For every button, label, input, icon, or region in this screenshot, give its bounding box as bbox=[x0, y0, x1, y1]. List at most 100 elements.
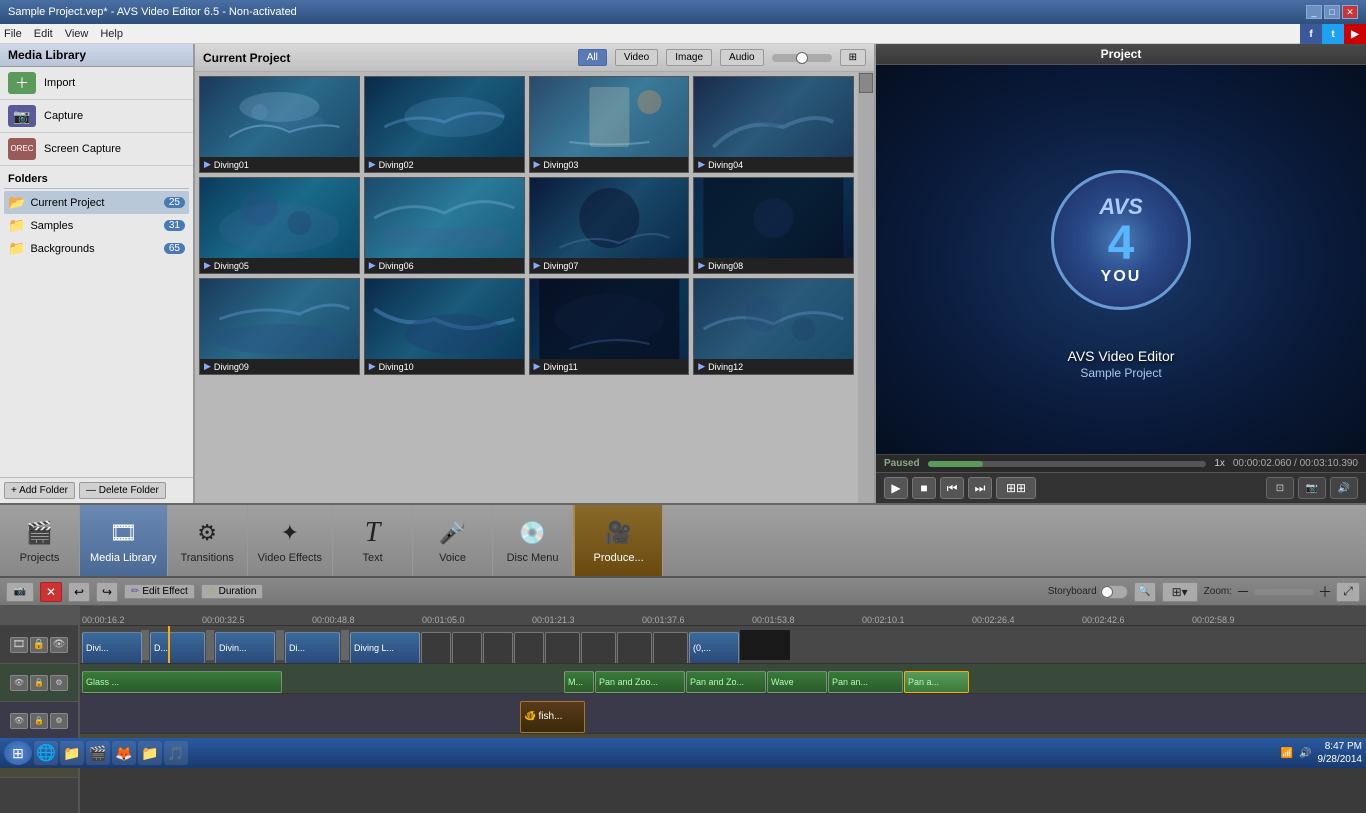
undo-button[interactable]: ↩ bbox=[68, 582, 90, 602]
facebook-icon[interactable]: f bbox=[1300, 24, 1322, 44]
size-slider[interactable] bbox=[772, 54, 832, 62]
thumb-diving06[interactable]: ▶ Diving06 bbox=[364, 177, 525, 274]
clip-empty2[interactable] bbox=[452, 632, 482, 664]
snapshot-button[interactable]: 📷 bbox=[1298, 477, 1326, 499]
ruler-mark-4: 00:01:21.3 bbox=[532, 615, 642, 625]
folder-current-project[interactable]: 📂 Current Project 25 bbox=[4, 191, 189, 214]
stop-button[interactable]: ■ bbox=[912, 477, 936, 499]
track-icon-lock: 🔒 bbox=[30, 637, 48, 653]
toolbar-produce[interactable]: 🎥 Produce... bbox=[573, 505, 663, 576]
camera-icon-btn[interactable]: 📷 bbox=[6, 582, 34, 602]
thumb-diving01[interactable]: ▶ Diving01 bbox=[199, 76, 360, 173]
maximize-button[interactable]: □ bbox=[1324, 5, 1340, 19]
minimize-button[interactable]: _ bbox=[1306, 5, 1322, 19]
duration-button[interactable]: ⏱ Duration bbox=[201, 584, 264, 599]
thumb-diving07[interactable]: ▶ Diving07 bbox=[529, 177, 690, 274]
scroll-bar[interactable] bbox=[858, 72, 874, 503]
edit-effect-button[interactable]: ✏ Edit Effect bbox=[124, 584, 195, 599]
close-button[interactable]: ✕ bbox=[1342, 5, 1358, 19]
toolbar-projects[interactable]: 🎬 Projects bbox=[0, 505, 80, 576]
fullscreen-timeline-btn[interactable]: ⤢ bbox=[1336, 582, 1360, 602]
zoom-slider[interactable] bbox=[1254, 589, 1314, 595]
clip-pan-an[interactable]: Pan an... bbox=[828, 671, 903, 693]
grid-view-button[interactable]: ⊞ bbox=[840, 49, 866, 66]
thumb-diving12[interactable]: ▶ Diving12 bbox=[693, 278, 854, 375]
clip-empty1[interactable] bbox=[421, 632, 451, 664]
play-button[interactable]: ▶ bbox=[884, 477, 908, 499]
thumb-diving10[interactable]: ▶ Diving10 bbox=[364, 278, 525, 375]
clip-pan-zoo1[interactable]: Pan and Zoo... bbox=[595, 671, 685, 693]
screen-capture-button[interactable]: OREC Screen Capture bbox=[0, 133, 193, 166]
filter-image-button[interactable]: Image bbox=[666, 49, 712, 66]
taskbar-folder-icon[interactable]: 📁 bbox=[60, 741, 84, 765]
toolbar-media-library[interactable]: 🎞 Media Library bbox=[80, 505, 168, 576]
start-button[interactable]: ⊞ bbox=[4, 741, 32, 765]
clip-pan-a-selected[interactable]: Pan a... bbox=[904, 671, 969, 693]
folder-backgrounds[interactable]: 📁 Backgrounds 65 bbox=[4, 237, 189, 260]
clip-wave[interactable]: Wave bbox=[767, 671, 827, 693]
clip-di[interactable]: Di... bbox=[285, 632, 340, 664]
clip-diving-l[interactable]: Diving L... bbox=[350, 632, 420, 664]
clip-pan-zo[interactable]: Pan and Zo... bbox=[686, 671, 766, 693]
prev-frame-button[interactable]: ⏮ bbox=[940, 477, 964, 499]
twitter-icon[interactable]: t bbox=[1322, 24, 1344, 44]
delete-folder-button[interactable]: — Delete Folder bbox=[79, 482, 166, 499]
clip-m[interactable]: M... bbox=[564, 671, 594, 693]
next-frame-button[interactable]: ⏭ bbox=[968, 477, 992, 499]
clip-empty4[interactable] bbox=[514, 632, 544, 664]
filter-video-button[interactable]: Video bbox=[615, 49, 658, 66]
clip-fish[interactable]: 🐠 fish... bbox=[520, 701, 585, 733]
toolbar-disc-menu[interactable]: 💿 Disc Menu bbox=[493, 505, 573, 576]
taskbar-firefox-icon[interactable]: 🦊 bbox=[112, 741, 136, 765]
import-button[interactable]: ＋ Import bbox=[0, 67, 193, 100]
taskbar-ie-icon[interactable]: 🌐 bbox=[34, 741, 58, 765]
window-controls: _ □ ✕ bbox=[1306, 5, 1358, 19]
thumb-diving05[interactable]: ▶ Diving05 bbox=[199, 177, 360, 274]
toolbar-video-effects[interactable]: ✦ Video Effects bbox=[248, 505, 333, 576]
view-mode-btn[interactable]: ⊞▾ bbox=[1162, 582, 1198, 602]
zoom-minus-btn[interactable]: － bbox=[1236, 582, 1250, 602]
delete-button[interactable]: ✕ bbox=[40, 582, 62, 602]
clip-divi1[interactable]: Divi... bbox=[82, 632, 142, 664]
menu-view[interactable]: View bbox=[65, 28, 89, 40]
storyboard-toggle[interactable]: Storyboard bbox=[1048, 585, 1128, 599]
taskbar-explorer-icon[interactable]: 📁 bbox=[138, 741, 162, 765]
thumb-diving09[interactable]: ▶ Diving09 bbox=[199, 278, 360, 375]
taskbar-music-icon[interactable]: 🎵 bbox=[164, 741, 188, 765]
menu-edit[interactable]: Edit bbox=[34, 28, 53, 40]
clip-0[interactable]: (0,... bbox=[689, 632, 739, 664]
thumb-diving03[interactable]: ▶ Diving03 bbox=[529, 76, 690, 173]
capture-button[interactable]: 📷 Capture bbox=[0, 100, 193, 133]
youtube-icon[interactable]: ▶ bbox=[1344, 24, 1366, 44]
thumb-diving02[interactable]: ▶ Diving02 bbox=[364, 76, 525, 173]
clip-empty5[interactable] bbox=[545, 632, 580, 664]
clip-empty8[interactable] bbox=[653, 632, 688, 664]
thumb-diving08[interactable]: ▶ Diving08 bbox=[693, 177, 854, 274]
storyboard-switch[interactable] bbox=[1100, 585, 1128, 599]
loop-button[interactable]: ⊞⊞ bbox=[996, 477, 1036, 499]
toolbar-text[interactable]: T Text bbox=[333, 505, 413, 576]
thumb-diving04[interactable]: ▶ Diving04 bbox=[693, 76, 854, 173]
filter-audio-button[interactable]: Audio bbox=[720, 49, 764, 66]
volume-button[interactable]: 🔊 bbox=[1330, 477, 1358, 499]
filter-all-button[interactable]: All bbox=[578, 49, 607, 66]
taskbar-media-player-icon[interactable]: 🎬 bbox=[86, 741, 110, 765]
zoom-plus-btn[interactable]: ＋ bbox=[1318, 582, 1332, 602]
clip-glass[interactable]: Glass ... bbox=[82, 671, 282, 693]
clip-divin[interactable]: Divin... bbox=[215, 632, 275, 664]
clip-empty3[interactable] bbox=[483, 632, 513, 664]
add-folder-button[interactable]: + Add Folder bbox=[4, 482, 75, 499]
menu-help[interactable]: Help bbox=[100, 28, 123, 40]
storyboard-icon-btn[interactable]: 🔍 bbox=[1134, 582, 1156, 602]
clip-empty7[interactable] bbox=[617, 632, 652, 664]
redo-button[interactable]: ↪ bbox=[96, 582, 118, 602]
fullscreen-button[interactable]: ⊡ bbox=[1266, 477, 1294, 499]
toolbar-voice[interactable]: 🎤 Voice bbox=[413, 505, 493, 576]
folder-samples[interactable]: 📁 Samples 31 bbox=[4, 214, 189, 237]
thumb-diving11[interactable]: ▶ Diving11 bbox=[529, 278, 690, 375]
menu-file[interactable]: File bbox=[4, 28, 22, 40]
clip-d[interactable]: D... bbox=[150, 632, 205, 664]
toolbar-transitions[interactable]: ⚙ Transitions bbox=[168, 505, 248, 576]
preview-progress-bar[interactable] bbox=[928, 461, 1207, 467]
clip-empty6[interactable] bbox=[581, 632, 616, 664]
